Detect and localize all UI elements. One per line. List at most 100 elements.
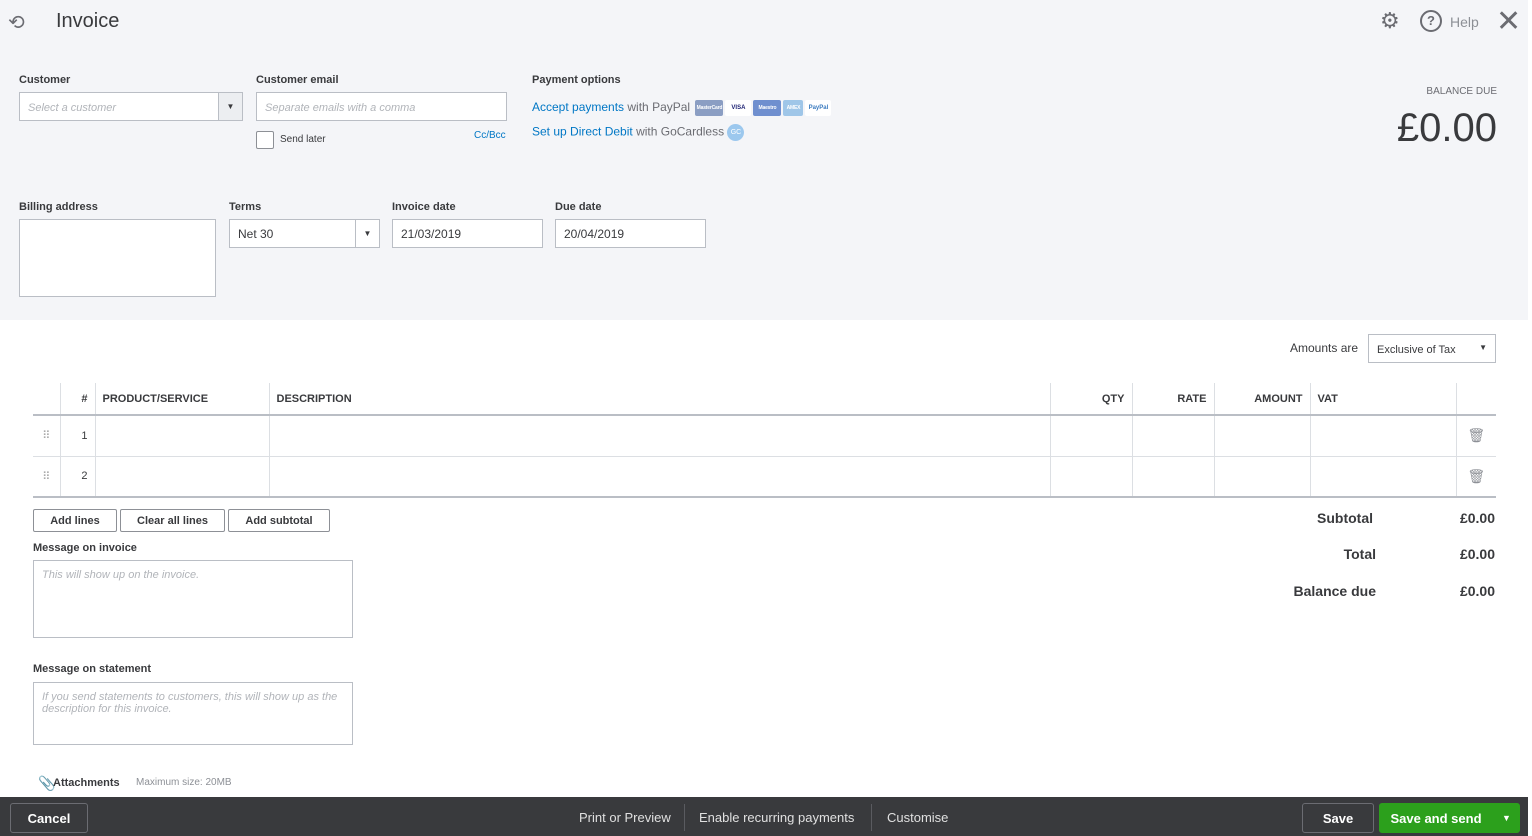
chevron-down-icon[interactable]: ▼	[1479, 343, 1487, 352]
table-row[interactable]: ⠿ 2 🗑	[33, 456, 1496, 498]
col-product: PRODUCT/SERVICE	[95, 383, 270, 416]
gear-icon[interactable]: ⚙	[1380, 8, 1400, 34]
vat-cell[interactable]	[1310, 415, 1457, 457]
rate-cell[interactable]	[1132, 415, 1215, 457]
description-cell[interactable]	[269, 415, 1051, 457]
message-statement-label: Message on statement	[33, 663, 151, 675]
email-placeholder: Separate emails with a comma	[265, 102, 416, 114]
billing-address-input[interactable]	[19, 219, 216, 297]
trash-icon[interactable]: 🗑	[1456, 456, 1496, 498]
send-later-label: Send later	[280, 134, 326, 145]
customer-label: Customer	[19, 74, 71, 86]
subtotal-value: £0.00	[1459, 510, 1495, 526]
description-cell[interactable]	[269, 456, 1051, 498]
row-number: 2	[60, 456, 96, 498]
product-cell[interactable]	[95, 456, 270, 498]
terms-label: Terms	[229, 201, 262, 213]
invoice-header-panel	[0, 0, 1528, 320]
chevron-down-icon[interactable]: ▼	[218, 93, 242, 120]
message-statement-input[interactable]: If you send statements to customers, thi…	[33, 682, 353, 745]
help-icon[interactable]: ?	[1420, 10, 1442, 32]
col-number: #	[60, 383, 96, 416]
direct-debit-link[interactable]: Set up Direct Debit	[532, 125, 633, 139]
customise-link[interactable]: Customise	[887, 810, 948, 825]
attachments-label[interactable]: Attachments	[53, 777, 120, 789]
product-cell[interactable]	[95, 415, 270, 457]
amount-cell[interactable]	[1214, 415, 1311, 457]
divider	[684, 804, 685, 831]
clear-all-lines-button[interactable]: Clear all lines	[120, 509, 225, 532]
col-qty: QTY	[1050, 383, 1133, 416]
qty-cell[interactable]	[1050, 456, 1133, 498]
send-later-checkbox[interactable]	[256, 131, 274, 149]
message-invoice-placeholder: This will show up on the invoice.	[42, 569, 200, 581]
billing-address-label: Billing address	[19, 201, 98, 213]
rate-cell[interactable]	[1132, 456, 1215, 498]
trash-icon[interactable]: 🗑	[1456, 415, 1496, 457]
cancel-button[interactable]: Cancel	[10, 803, 88, 833]
footer-bar: Cancel Print or Preview Enable recurring…	[0, 797, 1528, 836]
total-label: Total	[1343, 546, 1376, 562]
amounts-value: Exclusive of Tax	[1377, 344, 1456, 356]
row-number: 1	[60, 415, 96, 457]
vat-cell[interactable]	[1310, 456, 1457, 498]
save-and-send-button[interactable]: Save and send	[1379, 803, 1493, 833]
message-invoice-label: Message on invoice	[33, 542, 137, 554]
recent-history-icon[interactable]: ⟲	[8, 10, 25, 35]
message-statement-placeholder: If you send statements to customers, thi…	[42, 691, 338, 715]
terms-select[interactable]: Net 30 ▼	[229, 219, 380, 248]
balance-due-label: BALANCE DUE	[1426, 86, 1497, 97]
recurring-payments-link[interactable]: Enable recurring payments	[699, 810, 854, 825]
email-input[interactable]: Separate emails with a comma	[256, 92, 507, 121]
amount-cell[interactable]	[1214, 456, 1311, 498]
email-label: Customer email	[256, 74, 339, 86]
accept-payments-link[interactable]: Accept payments	[532, 100, 624, 114]
col-description: DESCRIPTION	[269, 383, 1051, 416]
mastercard-icon: MasterCard	[695, 100, 724, 116]
message-invoice-input[interactable]: This will show up on the invoice.	[33, 560, 353, 638]
customer-placeholder: Select a customer	[28, 102, 117, 114]
page-title: Invoice	[56, 10, 120, 32]
invoice-date-label: Invoice date	[392, 201, 456, 213]
terms-value: Net 30	[238, 227, 274, 241]
col-vat: VAT	[1310, 383, 1457, 416]
paypal-suffix: with PayPal	[627, 100, 691, 115]
divider	[871, 804, 872, 831]
attachments-max-size: Maximum size: 20MB	[136, 777, 232, 788]
customer-select[interactable]: Select a customer ▼	[19, 92, 243, 121]
total-value: £0.00	[1459, 546, 1495, 562]
print-preview-link[interactable]: Print or Preview	[579, 810, 671, 825]
visa-icon: VISA	[725, 100, 752, 116]
maestro-icon: Maestro	[753, 100, 782, 116]
col-rate: RATE	[1132, 383, 1215, 416]
paypal-icon: PayPal	[805, 100, 832, 116]
payment-options-label: Payment options	[532, 74, 621, 86]
gocardless-suffix: with GoCardless	[636, 124, 725, 139]
add-subtotal-button[interactable]: Add subtotal	[228, 509, 330, 532]
col-amount: AMOUNT	[1214, 383, 1311, 416]
help-link[interactable]: Help	[1450, 14, 1479, 30]
drag-handle-icon[interactable]: ⠿	[33, 415, 61, 457]
close-icon[interactable]: ✕	[1496, 4, 1521, 39]
qty-cell[interactable]	[1050, 415, 1133, 457]
balance-due-total-value: £0.00	[1459, 583, 1495, 599]
table-row[interactable]: ⠿ 1 🗑	[33, 415, 1496, 457]
subtotal-label: Subtotal	[1317, 510, 1373, 526]
due-date-input[interactable]: 20/04/2019	[555, 219, 706, 248]
invoice-date-input[interactable]: 21/03/2019	[392, 219, 543, 248]
amounts-are-label: Amounts are	[1290, 341, 1359, 355]
table-header-row: # PRODUCT/SERVICE DESCRIPTION QTY RATE A…	[33, 383, 1496, 416]
balance-due-amount: £0.00	[1396, 106, 1497, 150]
gocardless-icon: GC	[727, 124, 745, 141]
chevron-down-icon[interactable]: ▼	[355, 220, 379, 247]
due-date-label: Due date	[555, 201, 602, 213]
save-button[interactable]: Save	[1302, 803, 1374, 833]
amounts-are-select[interactable]: Exclusive of Tax ▼	[1368, 334, 1496, 363]
chevron-down-icon[interactable]: ▼	[1493, 803, 1520, 833]
drag-handle-icon[interactable]: ⠿	[33, 456, 61, 498]
amex-icon: AMEX	[783, 100, 804, 116]
cc-bcc-link[interactable]: Cc/Bcc	[474, 130, 506, 141]
add-lines-button[interactable]: Add lines	[33, 509, 117, 532]
balance-due-total-label: Balance due	[1293, 583, 1376, 599]
line-items-table: # PRODUCT/SERVICE DESCRIPTION QTY RATE A…	[33, 383, 1496, 498]
